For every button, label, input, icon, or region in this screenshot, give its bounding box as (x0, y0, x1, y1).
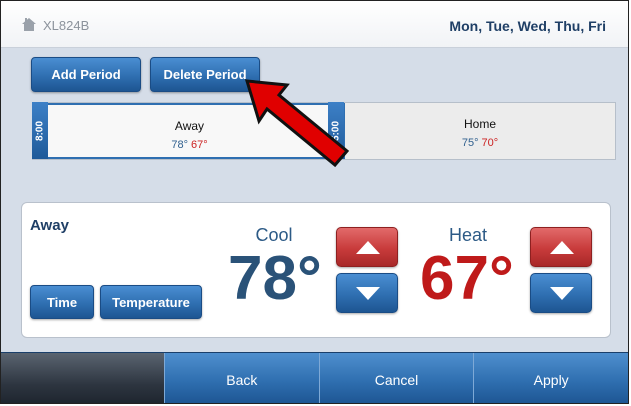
selected-period-title: Away (30, 217, 69, 234)
model-label: XL824B (43, 18, 90, 33)
thermostat-screen: XL824B Mon, Tue, Wed, Thu, Fri Add Perio… (0, 0, 629, 404)
heat-increase-button[interactable] (530, 227, 592, 267)
period-temps: 75° 70° (345, 137, 615, 149)
arrow-down-icon (550, 287, 574, 300)
period-detail-panel: Away Time Temperature Cool 78° Heat 67° (21, 202, 611, 338)
add-period-button[interactable]: Add Period (31, 57, 141, 92)
handle-time-label: 8:00 (34, 120, 46, 141)
period-home[interactable]: Home 75° 70° (345, 103, 615, 159)
footer-nav: Back Cancel Apply (1, 352, 628, 403)
time-button[interactable]: Time (30, 285, 94, 319)
schedule-days: Mon, Tue, Wed, Thu, Fri (449, 18, 606, 34)
header-bar: XL824B Mon, Tue, Wed, Thu, Fri (1, 1, 628, 48)
back-button[interactable]: Back (164, 353, 319, 403)
arrow-up-icon (356, 241, 380, 254)
period-heat-temp: 70° (481, 137, 499, 149)
house-icon (22, 18, 36, 31)
period-name: Home (463, 117, 496, 131)
period-cool-temp: 75° (461, 137, 479, 149)
annotation-arrow-icon (244, 79, 350, 168)
footer-spacer (1, 353, 164, 403)
arrow-down-icon (356, 287, 380, 300)
cool-setpoint: 78° (228, 244, 322, 313)
period-start-handle-away[interactable]: 8:00 (32, 102, 48, 159)
cool-decrease-button[interactable] (336, 273, 398, 313)
period-cool-temp: 78° (171, 139, 188, 151)
cancel-button[interactable]: Cancel (318, 353, 474, 403)
apply-button[interactable]: Apply (473, 353, 628, 403)
temperature-button[interactable]: Temperature (100, 285, 202, 319)
heat-decrease-button[interactable] (530, 273, 592, 313)
cool-increase-button[interactable] (336, 227, 398, 267)
period-heat-temp: 67° (191, 139, 208, 151)
heat-setpoint: 67° (420, 244, 514, 313)
arrow-up-icon (550, 241, 574, 254)
